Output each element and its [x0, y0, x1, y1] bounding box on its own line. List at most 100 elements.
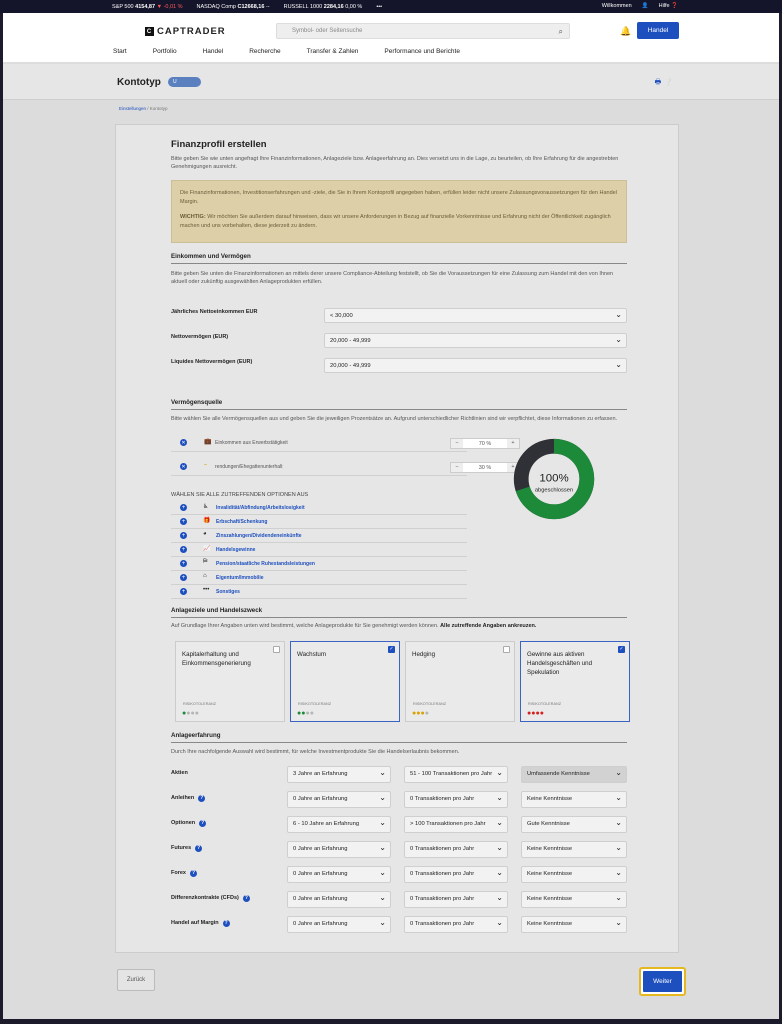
source-row-alimony: ✕ ⎯ rendungen/Ehegattenunterhalt −30 % +: [171, 459, 520, 476]
help-icon[interactable]: ?: [242, 895, 250, 902]
user-icon[interactable]: 👤: [642, 3, 649, 9]
experience-knowledge-select[interactable]: Umfassende Kenntnisse: [521, 766, 627, 783]
search-icon[interactable]: ⌕: [559, 27, 563, 37]
experience-years-select[interactable]: 0 Jahre an Erfahrung: [287, 791, 391, 808]
print-icon[interactable]: 🖶: [655, 78, 662, 89]
experience-trades-select[interactable]: 0 Transaktionen pro Jahr: [404, 841, 508, 858]
market-ticker: S&P 500 4154,87 ▼ -0,01 % NASDAQ Comp C1…: [0, 0, 782, 13]
add-icon[interactable]: +: [180, 504, 187, 511]
ticker-more-button[interactable]: •••: [376, 4, 382, 10]
nav-start[interactable]: Start: [113, 48, 127, 55]
experience-label: Differenzkontrakte (CFDs)?: [171, 895, 250, 902]
goal-label: Kapitalerhaltung und Einkommensgenerieru…: [182, 651, 251, 667]
percent-stepper[interactable]: −70 % +: [450, 438, 520, 449]
minus-icon[interactable]: −: [451, 463, 463, 472]
source-option-label[interactable]: Pension/staatliche Ruhestandsleistungen: [216, 561, 315, 567]
goal-card[interactable]: Hedging RISIKOTOLERANZ ●●●●: [405, 641, 515, 722]
experience-years-select[interactable]: 0 Jahre an Erfahrung: [287, 916, 391, 933]
add-icon[interactable]: +: [180, 518, 187, 525]
nav-handel[interactable]: Handel: [203, 48, 224, 55]
finance-profile-card: Finanzprofil erstellen Bitte geben Sie w…: [115, 124, 679, 953]
experience-knowledge-select[interactable]: Keine Kenntnisse: [521, 791, 627, 808]
experience-trades-select[interactable]: 0 Transaktionen pro Jahr: [404, 866, 508, 883]
remove-icon[interactable]: ✕: [180, 439, 187, 446]
percent-stepper[interactable]: −30 % +: [450, 462, 520, 473]
goal-checkbox[interactable]: ✓: [388, 646, 395, 653]
add-icon[interactable]: +: [180, 560, 187, 567]
search-input[interactable]: Symbol- oder Seitensuche ⌕: [276, 23, 570, 39]
experience-years-select[interactable]: 0 Jahre an Erfahrung: [287, 891, 391, 908]
source-option[interactable]: + 📈 Handelsgewinne: [171, 543, 467, 557]
back-button[interactable]: Zurück: [117, 969, 155, 991]
experience-years-select[interactable]: 6 - 10 Jahre an Erfahrung: [287, 816, 391, 833]
experience-years-select[interactable]: 0 Jahre an Erfahrung: [287, 866, 391, 883]
experience-knowledge-select[interactable]: Gute Kenntnisse: [521, 816, 627, 833]
percent-value[interactable]: 70 %: [479, 441, 492, 447]
help-icon[interactable]: ?: [199, 820, 207, 827]
networth-select[interactable]: 20,000 - 49,999: [324, 333, 627, 348]
source-option-label[interactable]: Eigentum/Immobilie: [216, 575, 264, 581]
income-select[interactable]: < 30,000: [324, 308, 627, 323]
source-option[interactable]: + 🎁 Erbschaft/Schenkung: [171, 515, 467, 529]
goal-checkbox[interactable]: [273, 646, 280, 653]
logo[interactable]: C CAPTRADER: [145, 26, 226, 37]
source-option-label[interactable]: Handelsgewinne: [216, 547, 255, 553]
ticker-sp500[interactable]: S&P 500 4154,87 ▼ -0,01 %: [112, 4, 183, 10]
remove-icon[interactable]: ✕: [180, 463, 187, 470]
liquid-select[interactable]: 20,000 - 49,999: [324, 358, 627, 373]
experience-years-select[interactable]: 0 Jahre an Erfahrung: [287, 841, 391, 858]
nav-transfer[interactable]: Transfer & Zahlen: [307, 48, 359, 55]
source-option-label[interactable]: Sonstiges: [216, 589, 240, 595]
gift-icon: 🎁: [203, 518, 211, 524]
source-option[interactable]: + ⛿ Pension/staatliche Ruhestandsleistunge…: [171, 557, 467, 571]
help-link[interactable]: Hilfe ❓: [659, 3, 678, 9]
goal-checkbox[interactable]: ✓: [618, 646, 625, 653]
ticker-nasdaq[interactable]: NASDAQ Comp C12668,16 --: [197, 4, 270, 10]
experience-knowledge-select[interactable]: Keine Kenntnisse: [521, 841, 627, 858]
experience-trades-select[interactable]: 51 - 100 Transaktionen pro Jahr: [404, 766, 508, 783]
next-button[interactable]: Weiter: [639, 967, 686, 996]
add-icon[interactable]: +: [180, 546, 187, 553]
app-header: C CAPTRADER Symbol- oder Seitensuche ⌕ 🔔 H…: [3, 13, 779, 63]
experience-label: Handel auf Margin?: [171, 920, 230, 927]
experience-knowledge-select[interactable]: Keine Kenntnisse: [521, 891, 627, 908]
account-badge[interactable]: U: [168, 77, 201, 87]
add-icon[interactable]: +: [180, 574, 187, 581]
add-icon[interactable]: +: [180, 588, 187, 595]
experience-trades-select[interactable]: 0 Transaktionen pro Jahr: [404, 916, 508, 933]
source-option[interactable]: + ♿ Invalidität/Abfindung/Arbeitslosigkeit: [171, 501, 467, 515]
experience-trades-select[interactable]: > 100 Transaktionen pro Jahr: [404, 816, 508, 833]
minus-icon[interactable]: −: [451, 439, 463, 448]
source-option[interactable]: + ⌂ Eigentum/Immobilie: [171, 571, 467, 585]
ticker-russell[interactable]: RUSSELL 1000 2284,16 0,00 %: [284, 4, 363, 10]
source-option-label[interactable]: Erbschaft/Schenkung: [216, 519, 267, 525]
help-icon[interactable]: ❔: [664, 78, 673, 89]
nav-performance[interactable]: Performance und Berichte: [384, 48, 460, 55]
goal-card[interactable]: ✓ Gewinne aus aktiven Handelsgeschäften u…: [520, 641, 630, 722]
goal-card[interactable]: ✓ Wachstum RISIKOTOLERANZ ●●●●: [290, 641, 400, 722]
experience-trades-select[interactable]: 0 Transaktionen pro Jahr: [404, 891, 508, 908]
experience-knowledge-select[interactable]: Keine Kenntnisse: [521, 916, 627, 933]
add-icon[interactable]: +: [180, 532, 187, 539]
breadcrumb-settings[interactable]: Einstellungen: [119, 106, 146, 111]
experience-years-select[interactable]: 3 Jahre an Erfahrung: [287, 766, 391, 783]
app-frame: C CAPTRADER Symbol- oder Seitensuche ⌕ 🔔 H…: [3, 13, 779, 1019]
source-option-label[interactable]: Invalidität/Abfindung/Arbeitslosigkeit: [216, 505, 305, 511]
help-icon[interactable]: ?: [222, 920, 230, 927]
bell-icon[interactable]: 🔔: [620, 26, 631, 37]
source-option[interactable]: + ••• Sonstiges: [171, 585, 467, 599]
goal-checkbox[interactable]: [503, 646, 510, 653]
experience-desc: Durch Ihre nachfolgende Auswahl wird bes…: [171, 749, 460, 755]
experience-trades-select[interactable]: 0 Transaktionen pro Jahr: [404, 791, 508, 808]
nav-portfolio[interactable]: Portfolio: [153, 48, 177, 55]
percent-value[interactable]: 30 %: [479, 465, 492, 471]
source-option[interactable]: + ◕ Zinszahlungen/Dividendeneinkünfte: [171, 529, 467, 543]
goal-card[interactable]: Kapitalerhaltung und Einkommensgenerieru…: [175, 641, 285, 722]
help-icon[interactable]: ?: [195, 845, 203, 852]
nav-recherche[interactable]: Recherche: [249, 48, 280, 55]
source-option-label[interactable]: Zinszahlungen/Dividendeneinkünfte: [216, 533, 302, 539]
help-icon[interactable]: ?: [189, 870, 197, 877]
help-icon[interactable]: ?: [198, 795, 206, 802]
trade-button[interactable]: Handel: [637, 22, 679, 39]
experience-knowledge-select[interactable]: Keine Kenntnisse: [521, 866, 627, 883]
